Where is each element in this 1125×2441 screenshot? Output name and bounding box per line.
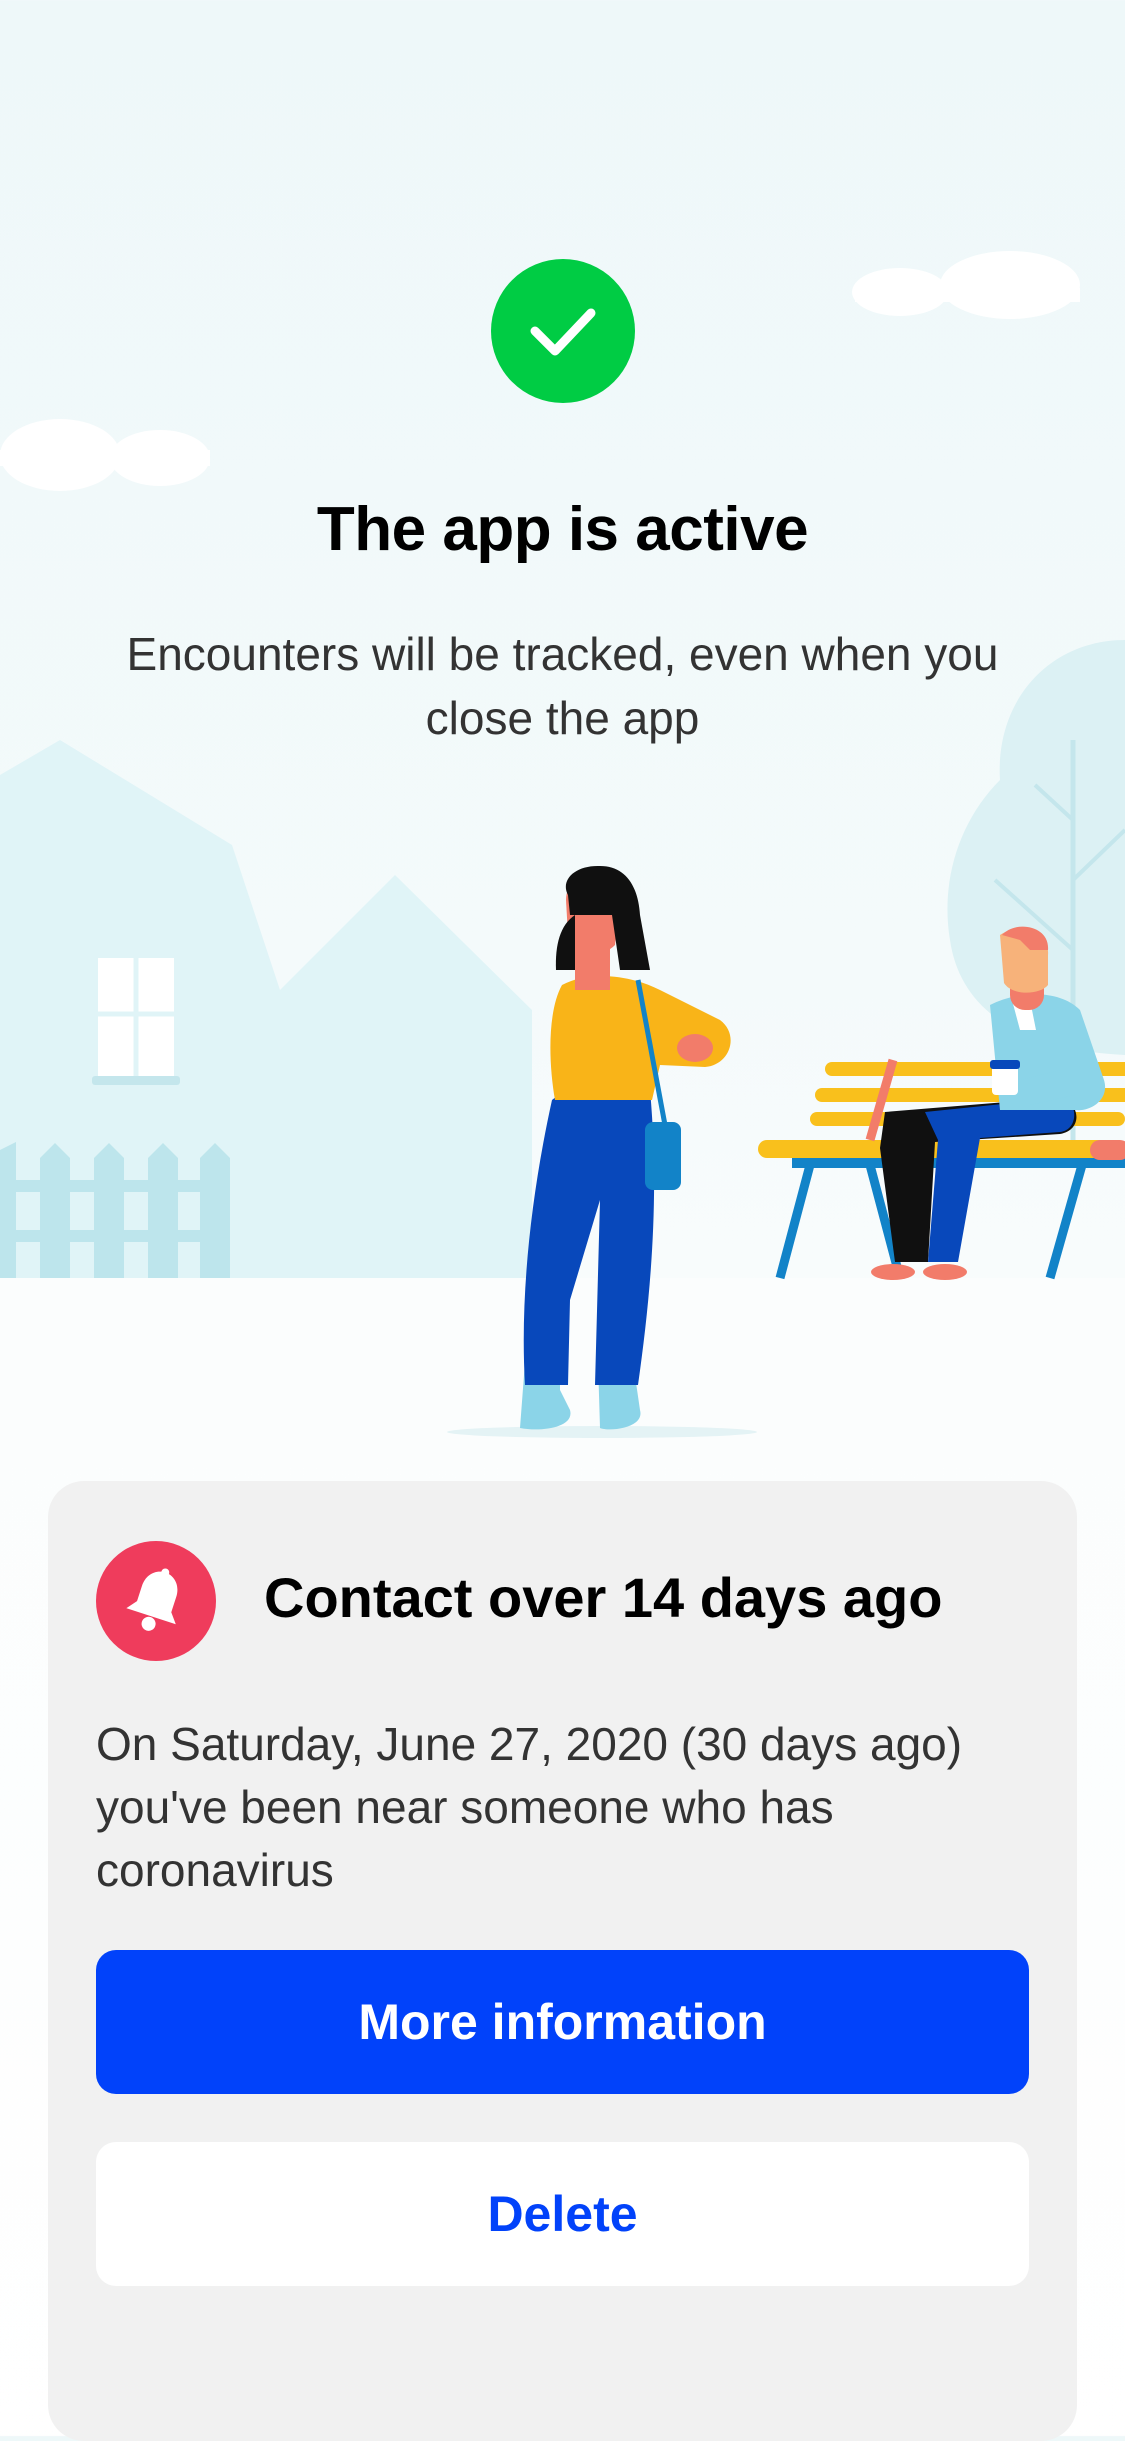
delete-button[interactable]: Delete bbox=[96, 2142, 1029, 2286]
background-houses bbox=[0, 740, 532, 1280]
notification-body: On Saturday, June 27, 2020 (30 days ago)… bbox=[96, 1718, 963, 1896]
bell-icon bbox=[126, 1568, 178, 1631]
checkmark-icon bbox=[530, 308, 596, 356]
cloud-right bbox=[852, 251, 1080, 319]
notification-title: Contact over 14 days ago bbox=[264, 1566, 943, 1629]
exposure-notification-card: Contact over 14 days ago On Saturday, Ju… bbox=[48, 1481, 1077, 2441]
more-information-button[interactable]: More information bbox=[96, 1950, 1029, 2094]
house-window bbox=[92, 958, 180, 1085]
cloud-left bbox=[0, 419, 210, 491]
alert-icon-badge bbox=[96, 1541, 216, 1661]
status-title: The app is active bbox=[316, 495, 809, 564]
status-check-badge bbox=[491, 259, 635, 403]
status-subtitle: Encounters will be tracked, even when yo… bbox=[126, 628, 999, 744]
